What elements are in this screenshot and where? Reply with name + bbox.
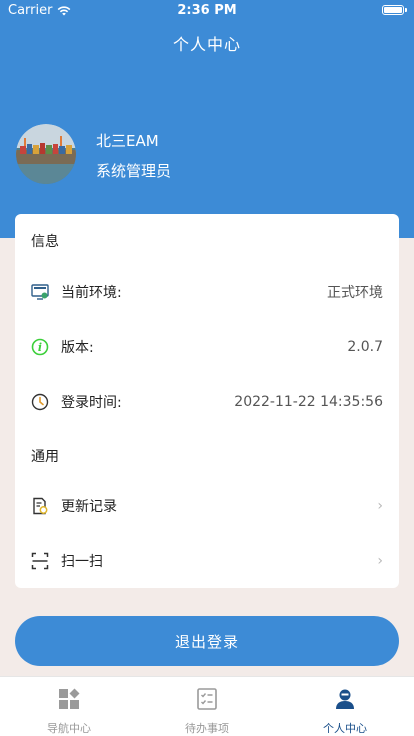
avatar[interactable] bbox=[16, 124, 76, 184]
clock-icon bbox=[31, 393, 49, 411]
update-log-row[interactable]: 更新记录 › bbox=[15, 489, 399, 523]
screen: Carrier 2:36 PM 个人中心 北三EAM 系统管理员 信息 当前环境… bbox=[0, 0, 414, 736]
chevron-right-icon: › bbox=[377, 553, 383, 569]
environment-row: 当前环境: 正式环境 bbox=[15, 275, 399, 309]
info-section-title: 信息 bbox=[31, 234, 59, 250]
checklist-icon bbox=[197, 688, 217, 710]
version-label: 版本: bbox=[61, 340, 94, 356]
logout-button[interactable]: 退出登录 bbox=[15, 616, 399, 666]
login-time-row: 登录时间: 2022-11-22 14:35:56 bbox=[15, 385, 399, 419]
user-name: 北三EAM bbox=[96, 132, 159, 150]
environment-value: 正式环境 bbox=[327, 285, 383, 301]
version-value: 2.0.7 bbox=[347, 339, 383, 355]
battery-icon bbox=[382, 5, 407, 15]
grid-icon bbox=[59, 688, 80, 709]
status-bar: Carrier 2:36 PM bbox=[0, 0, 414, 22]
status-time: 2:36 PM bbox=[177, 3, 237, 18]
tab-todo-label: 待办事项 bbox=[185, 722, 229, 735]
scan-icon bbox=[31, 552, 49, 570]
user-role: 系统管理员 bbox=[96, 162, 172, 180]
tab-personal-center[interactable]: 个人中心 bbox=[276, 677, 414, 736]
tab-todo[interactable]: 待办事项 bbox=[138, 677, 276, 736]
chevron-right-icon: › bbox=[377, 498, 383, 514]
tab-personal-center-label: 个人中心 bbox=[323, 722, 367, 735]
scan-label: 扫一扫 bbox=[61, 554, 103, 570]
general-section-title: 通用 bbox=[31, 449, 59, 465]
environment-label: 当前环境: bbox=[61, 285, 122, 301]
tab-bar: 导航中心 待办事项 个人中心 bbox=[0, 676, 414, 736]
scan-row[interactable]: 扫一扫 › bbox=[15, 544, 399, 578]
update-log-label: 更新记录 bbox=[61, 499, 117, 515]
header: Carrier 2:36 PM 个人中心 北三EAM 系统管理员 bbox=[0, 0, 414, 238]
person-icon bbox=[336, 689, 354, 709]
version-row: i 版本: 2.0.7 bbox=[15, 330, 399, 364]
svg-text:i: i bbox=[38, 341, 42, 354]
login-time-label: 登录时间: bbox=[61, 395, 122, 411]
environment-icon bbox=[31, 283, 49, 301]
update-log-icon bbox=[31, 497, 49, 515]
tab-navigation-center-label: 导航中心 bbox=[47, 722, 91, 735]
tab-navigation-center[interactable]: 导航中心 bbox=[0, 677, 138, 736]
info-icon: i bbox=[31, 338, 49, 356]
login-time-value: 2022-11-22 14:35:56 bbox=[234, 394, 383, 410]
settings-card: 信息 当前环境: 正式环境 i 版本: 2.0.7 登录时间: 2022-11-… bbox=[15, 214, 399, 588]
page-title: 个人中心 bbox=[172, 35, 241, 54]
